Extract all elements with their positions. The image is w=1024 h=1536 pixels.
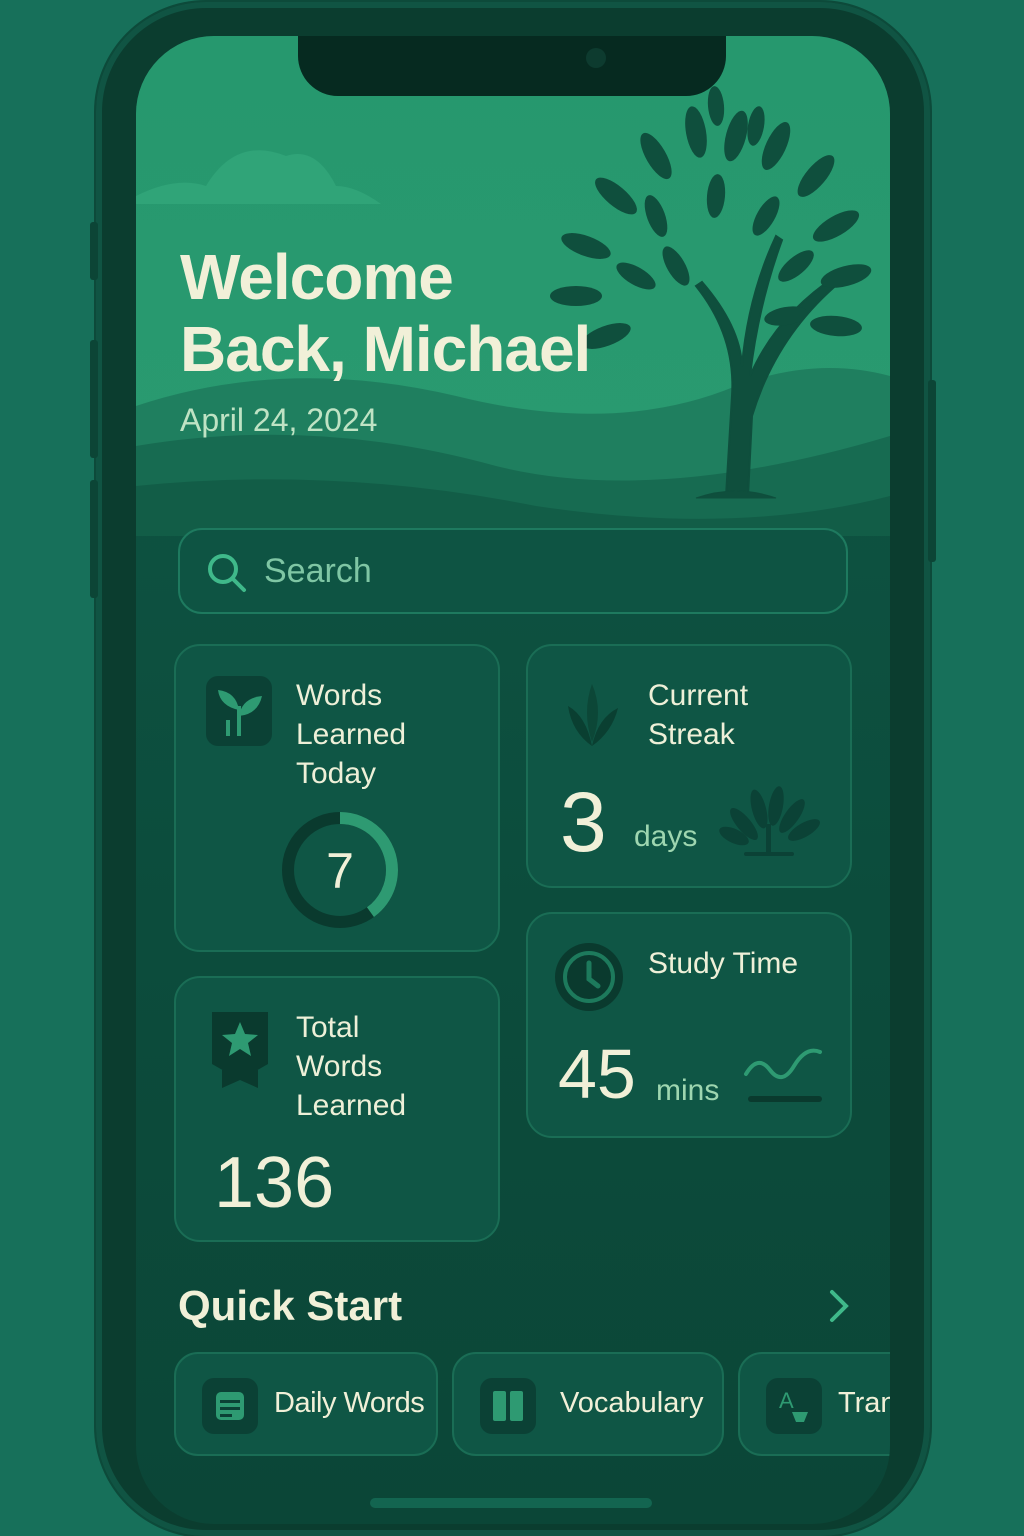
study-time-unit: mins <box>656 1074 720 1107</box>
welcome-heading: Welcome Back, Michael <box>180 241 591 385</box>
words-today-title: Words Learned Today <box>296 676 406 793</box>
welcome-line-1: Welcome <box>180 241 454 313</box>
words-today-title-line: Learned <box>296 718 407 751</box>
sprout-icon <box>206 676 272 746</box>
total-words-title-line: Words <box>296 1050 383 1083</box>
words-today-value: 7 <box>326 843 354 899</box>
translate-icon: A <box>766 1378 822 1434</box>
streak-title-line: Streak <box>648 718 735 751</box>
streak-title: Current Streak <box>648 676 748 754</box>
words-today-title-line: Today <box>296 757 377 790</box>
app-screen: Welcome Back, Michael April 24, 2024 Sea… <box>136 36 890 1524</box>
streak-card[interactable]: Current Streak 3 days <box>526 644 852 888</box>
search-icon <box>208 554 246 592</box>
book-icon <box>480 1378 536 1434</box>
streak-value: 3 <box>560 775 607 869</box>
daily-words-label: Daily Words <box>274 1387 425 1419</box>
total-words-card[interactable]: Total Words Learned 136 <box>174 976 500 1242</box>
phone-notch <box>298 36 726 96</box>
star-badge-icon <box>212 1012 268 1088</box>
total-words-title-line: Total <box>296 1011 360 1044</box>
bush-icon <box>719 786 820 856</box>
trend-icon <box>744 1048 822 1102</box>
total-words-value: 136 <box>214 1143 335 1223</box>
total-words-title-line: Learned <box>296 1089 407 1122</box>
study-time-value: 45 <box>558 1035 636 1113</box>
study-time-title: Study Time <box>648 947 799 980</box>
quick-start-translate[interactable]: A Tran <box>738 1352 890 1456</box>
phone-power-button <box>928 380 936 562</box>
current-date: April 24, 2024 <box>180 402 378 438</box>
words-today-card[interactable]: Words Learned Today 7 <box>174 644 500 952</box>
camera-dot <box>586 48 606 68</box>
list-icon <box>202 1378 258 1434</box>
study-time-card[interactable]: Study Time 45 mins <box>526 912 852 1138</box>
chevron-right-icon[interactable] <box>826 1288 852 1324</box>
clock-icon <box>555 943 623 1011</box>
search-placeholder: Search <box>264 552 372 590</box>
home-indicator[interactable] <box>370 1498 652 1508</box>
streak-title-line: Current <box>648 679 749 712</box>
translate-label: Tran <box>838 1387 890 1419</box>
total-words-title: Total Words Learned <box>296 1008 406 1125</box>
quick-start-daily-words[interactable]: Daily Words <box>174 1352 438 1456</box>
quick-start-vocabulary[interactable]: Vocabulary <box>452 1352 724 1456</box>
quick-start-title: Quick Start <box>178 1282 403 1329</box>
phone-volume-up <box>90 340 98 458</box>
search-input[interactable]: Search <box>178 528 848 614</box>
svg-text:A: A <box>779 1388 794 1413</box>
vocabulary-label: Vocabulary <box>560 1387 704 1419</box>
leaves-icon <box>568 684 618 746</box>
phone-side-button <box>90 222 98 280</box>
streak-unit: days <box>634 820 698 853</box>
words-today-title-line: Words <box>296 679 383 712</box>
phone-volume-down <box>90 480 98 598</box>
welcome-line-2: Back, Michael <box>180 313 591 385</box>
